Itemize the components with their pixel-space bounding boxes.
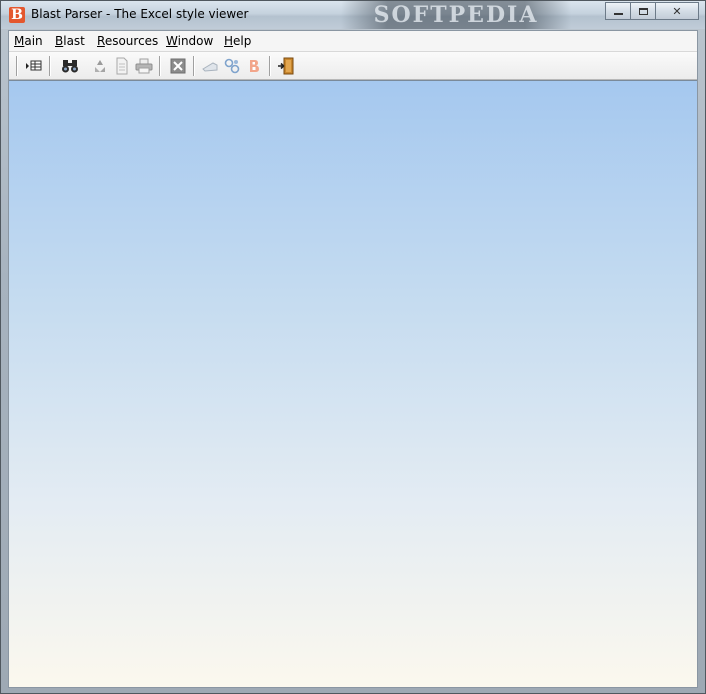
minimize-icon <box>613 13 623 15</box>
toolbar <box>9 51 697 80</box>
link-button[interactable] <box>221 55 243 77</box>
close-icon: ✕ <box>672 4 682 18</box>
menu-help-label: Help <box>224 34 252 48</box>
mdi-workspace <box>9 80 697 687</box>
find-button[interactable] <box>59 55 81 77</box>
app-icon[interactable]: B <box>9 7 25 23</box>
eraser-button[interactable] <box>199 55 221 77</box>
window-title: Blast Parser - The Excel style viewer <box>31 7 249 21</box>
menu-window-label: Window <box>166 34 214 48</box>
exit-door-icon <box>278 57 294 75</box>
menu-blast-label: Blast <box>55 34 85 48</box>
close-button[interactable]: ✕ <box>655 2 699 20</box>
excel-icon <box>170 58 186 74</box>
open-table-button[interactable] <box>23 55 45 77</box>
menu-help[interactable]: Help <box>224 34 251 48</box>
exit-button[interactable] <box>275 55 297 77</box>
toolbar-separator <box>193 56 195 76</box>
blast-button[interactable] <box>243 55 265 77</box>
blast-icon <box>250 60 259 72</box>
maximize-icon <box>638 7 648 15</box>
toolbar-separator <box>269 56 271 76</box>
menu-main-label: Main <box>14 34 43 48</box>
toolbar-grip <box>16 56 18 76</box>
print-button[interactable] <box>133 55 155 77</box>
app-window: SOFTPEDIA B Blast Parser - The Excel sty… <box>0 0 706 694</box>
binoculars-icon <box>62 60 78 73</box>
watermark: SOFTPEDIA <box>341 1 571 29</box>
minimize-button[interactable] <box>605 2 631 20</box>
title-bar[interactable]: SOFTPEDIA B Blast Parser - The Excel sty… <box>1 1 705 29</box>
eraser-icon <box>202 62 218 72</box>
menu-resources[interactable]: Resources <box>97 34 158 48</box>
menu-bar: Main Blast Resources Window Help <box>9 31 697 51</box>
caption-buttons: ✕ <box>605 2 699 20</box>
open-table-icon <box>26 60 42 71</box>
print-icon <box>135 58 153 74</box>
menu-main[interactable]: Main <box>14 34 43 48</box>
document-button[interactable] <box>111 55 133 77</box>
toolbar-separator <box>159 56 161 76</box>
document-icon <box>116 57 128 75</box>
client-area: Main Blast Resources Window Help <box>8 30 698 688</box>
export-excel-button[interactable] <box>167 55 189 77</box>
menu-window[interactable]: Window <box>166 34 213 48</box>
link-icon <box>224 58 240 74</box>
toolbar-separator <box>49 56 51 76</box>
maximize-button[interactable] <box>630 2 656 20</box>
recycle-icon <box>95 60 105 72</box>
recycle-button[interactable] <box>89 55 111 77</box>
menu-resources-label: Resources <box>97 34 159 48</box>
menu-blast[interactable]: Blast <box>55 34 85 48</box>
